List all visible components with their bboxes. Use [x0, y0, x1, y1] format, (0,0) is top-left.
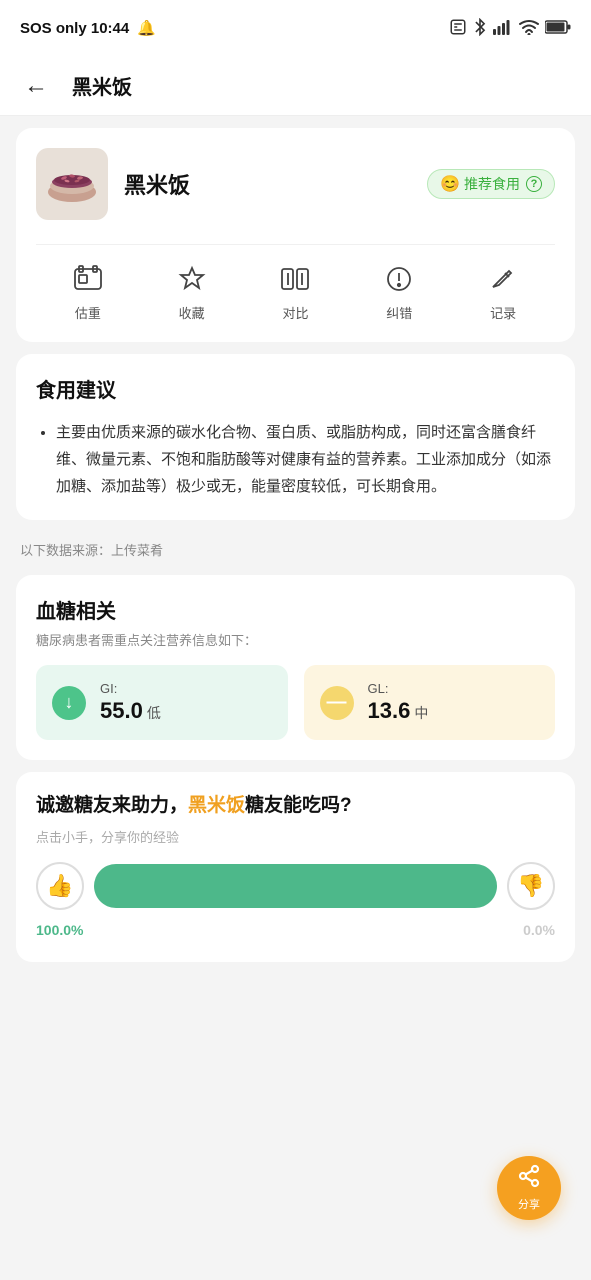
signal-icon: [493, 19, 513, 38]
advice-list: 主要由优质来源的碳水化合物、蛋白质、或脂肪构成，同时还富含膳食纤维、微量元素、不…: [36, 419, 555, 500]
food-image: [36, 148, 108, 220]
action-record[interactable]: 记录: [485, 261, 521, 322]
food-card: 黑米饭 😊 推荐食用 ? 估重: [16, 128, 575, 342]
bluetooth-icon: [473, 18, 487, 39]
gi-info: GI: 55.0低: [100, 681, 161, 724]
thumb-down-button[interactable]: 👎: [507, 862, 555, 910]
blood-sugar-title: 血糖相关: [36, 595, 555, 624]
vote-bar: [94, 864, 497, 908]
action-correct[interactable]: 纠错: [381, 261, 417, 322]
recommend-badge: 😊 推荐食用 ?: [427, 169, 555, 199]
action-compare[interactable]: 对比: [277, 261, 313, 322]
correct-icon: [381, 261, 417, 297]
vote-labels: 100.0% 0.0%: [36, 916, 555, 938]
gl-dash-icon: —: [320, 686, 354, 720]
advice-card: 食用建议 主要由优质来源的碳水化合物、蛋白质、或脂肪构成，同时还富含膳食纤维、微…: [16, 354, 575, 520]
blood-sugar-card: 血糖相关 糖尿病患者需重点关注营养信息如下： ↓ GI: 55.0低 — GL:…: [16, 575, 575, 760]
status-bar: SOS only 10:44 🔔: [0, 0, 591, 56]
action-label-record: 记录: [490, 303, 516, 322]
gl-box: — GL: 13.6中: [304, 665, 556, 740]
gi-value: 55.0低: [100, 698, 161, 724]
data-source: 以下数据来源：上传菜肴: [0, 532, 591, 567]
blood-sugar-subtitle: 糖尿病患者需重点关注营养信息如下：: [36, 630, 555, 649]
action-label-correct: 纠错: [386, 303, 412, 322]
page-title: 黑米饭: [72, 71, 132, 100]
back-button[interactable]: ←: [20, 68, 52, 104]
bell-icon: 🔔: [137, 19, 156, 37]
action-label-compare: 对比: [282, 303, 308, 322]
badge-text: 推荐食用: [464, 174, 520, 194]
advice-title: 食用建议: [36, 374, 555, 403]
community-title: 诚邀糖友来助力，黑米饭糖友能吃吗?: [36, 792, 555, 821]
share-label: 分享: [518, 1196, 540, 1212]
vote-row: 👍 👎: [36, 862, 555, 910]
action-row: 估重 收藏 对比: [36, 244, 555, 322]
community-card: 诚邀糖友来助力，黑米饭糖友能吃吗? 点击小手，分享你的经验 👍 👎 100.0%…: [16, 772, 575, 962]
badge-emoji: 😊: [440, 174, 460, 194]
gi-box: ↓ GI: 55.0低: [36, 665, 288, 740]
community-subtitle: 点击小手，分享你的经验: [36, 827, 555, 846]
thumb-up-percent: 100.0%: [36, 922, 83, 938]
collect-icon: [174, 261, 210, 297]
record-icon: [485, 261, 521, 297]
status-right: [449, 18, 571, 39]
gi-gl-row: ↓ GI: 55.0低 — GL: 13.6中: [36, 665, 555, 740]
help-icon[interactable]: ?: [526, 176, 542, 192]
food-header: 黑米饭 😊 推荐食用 ?: [36, 148, 555, 220]
food-name: 黑米饭: [124, 168, 411, 200]
action-collect[interactable]: 收藏: [174, 261, 210, 322]
gl-info: GL: 13.6中: [368, 681, 429, 724]
gi-down-arrow-icon: ↓: [52, 686, 86, 720]
compare-icon: [277, 261, 313, 297]
advice-item: 主要由优质来源的碳水化合物、蛋白质、或脂肪构成，同时还富含膳食纤维、微量元素、不…: [56, 419, 555, 500]
status-left: SOS only 10:44 🔔: [20, 19, 156, 37]
gl-label: GL:: [368, 681, 429, 696]
estimate-icon: [70, 261, 106, 297]
nfc-icon: [449, 18, 467, 39]
action-label-estimate: 估重: [75, 303, 101, 322]
gi-label: GI:: [100, 681, 161, 696]
thumb-up-button[interactable]: 👍: [36, 862, 84, 910]
thumb-down-percent: 0.0%: [523, 922, 555, 938]
battery-icon: [545, 20, 571, 37]
share-icon: [517, 1164, 541, 1194]
status-text: SOS only 10:44: [20, 20, 129, 37]
wifi-icon: [519, 19, 539, 38]
nav-bar: ← 黑米饭: [0, 56, 591, 116]
gl-value: 13.6中: [368, 698, 429, 724]
share-fab-button[interactable]: 分享: [497, 1156, 561, 1220]
data-source-text: 以下数据来源：上传菜肴: [20, 543, 163, 558]
action-label-collect: 收藏: [179, 303, 205, 322]
action-estimate[interactable]: 估重: [70, 261, 106, 322]
